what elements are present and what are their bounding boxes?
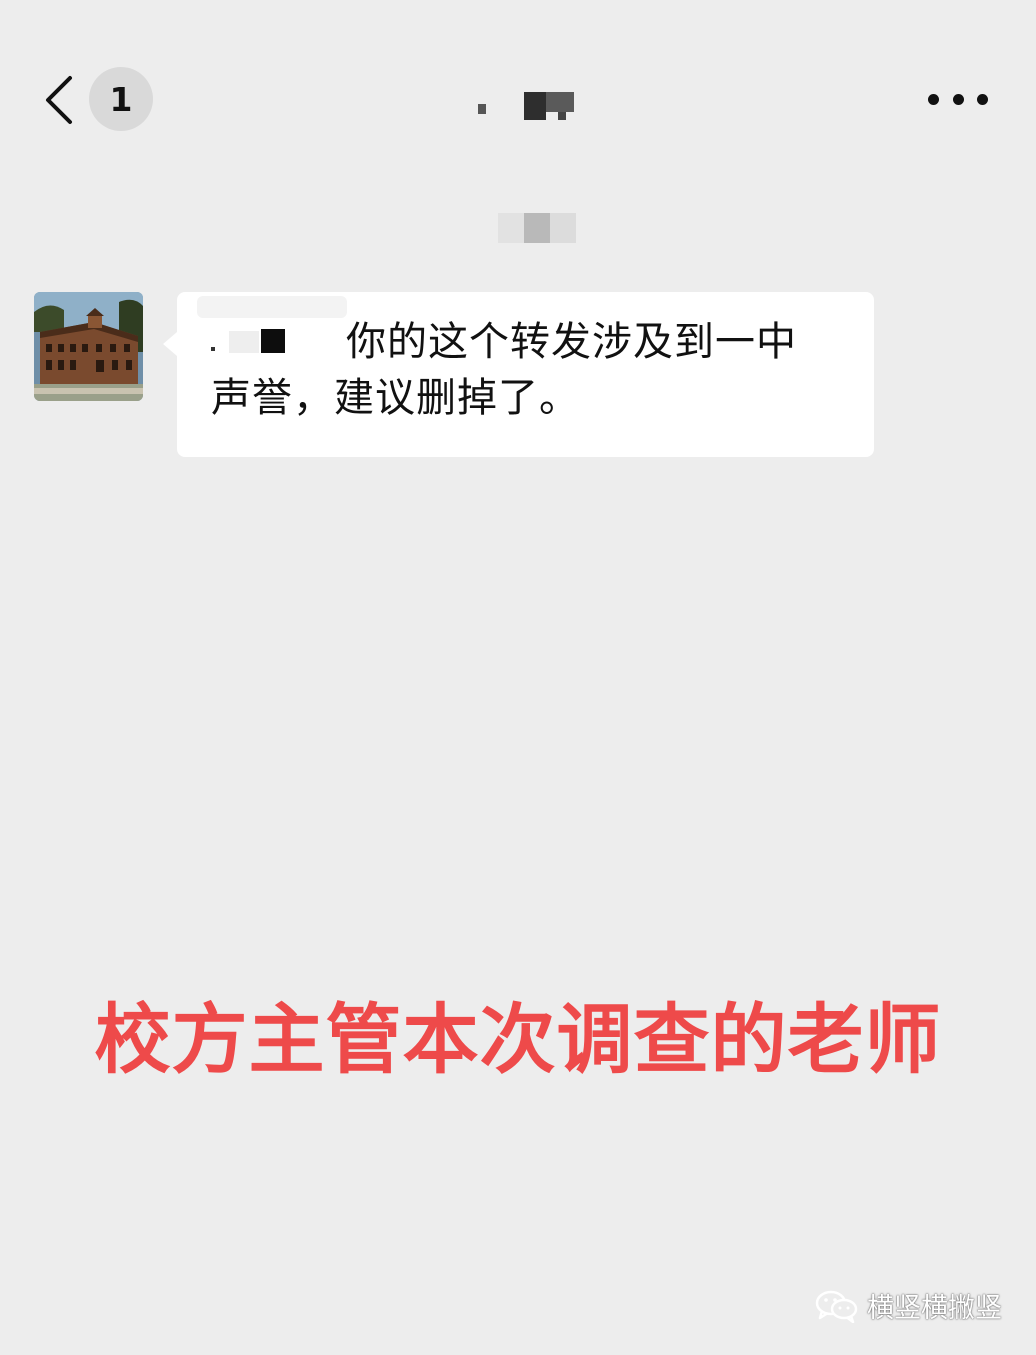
overlay-caption: 校方主管本次调查的老师 [94,995,942,1084]
timestamp-redacted [498,213,576,243]
watermark: 横竖横撇竖 [815,1286,1002,1325]
message-text-1: 你的这个转发涉及到一中 [346,319,797,365]
message-line-2: 声誉，建议删掉了。 [211,370,840,426]
wechat-logo-icon [815,1290,858,1323]
name-redacted [211,319,346,359]
avatar-building-image [34,292,143,401]
chevron-left-icon [46,76,72,124]
message-line-1: 你的这个转发涉及到一中 [211,314,840,370]
back-button[interactable] [40,72,80,128]
unread-count-badge[interactable]: 1 [89,67,153,131]
message-bubble[interactable]: 你的这个转发涉及到一中 声誉，建议删掉了。 [163,292,874,457]
message-text-2: 声誉，建议删掉了。 [211,375,580,421]
more-button[interactable] [928,88,988,110]
chat-title-redacted [470,86,580,120]
more-dots-icon [928,93,939,105]
avatar[interactable] [34,292,143,401]
watermark-text: 横竖横撇竖 [867,1293,1002,1324]
